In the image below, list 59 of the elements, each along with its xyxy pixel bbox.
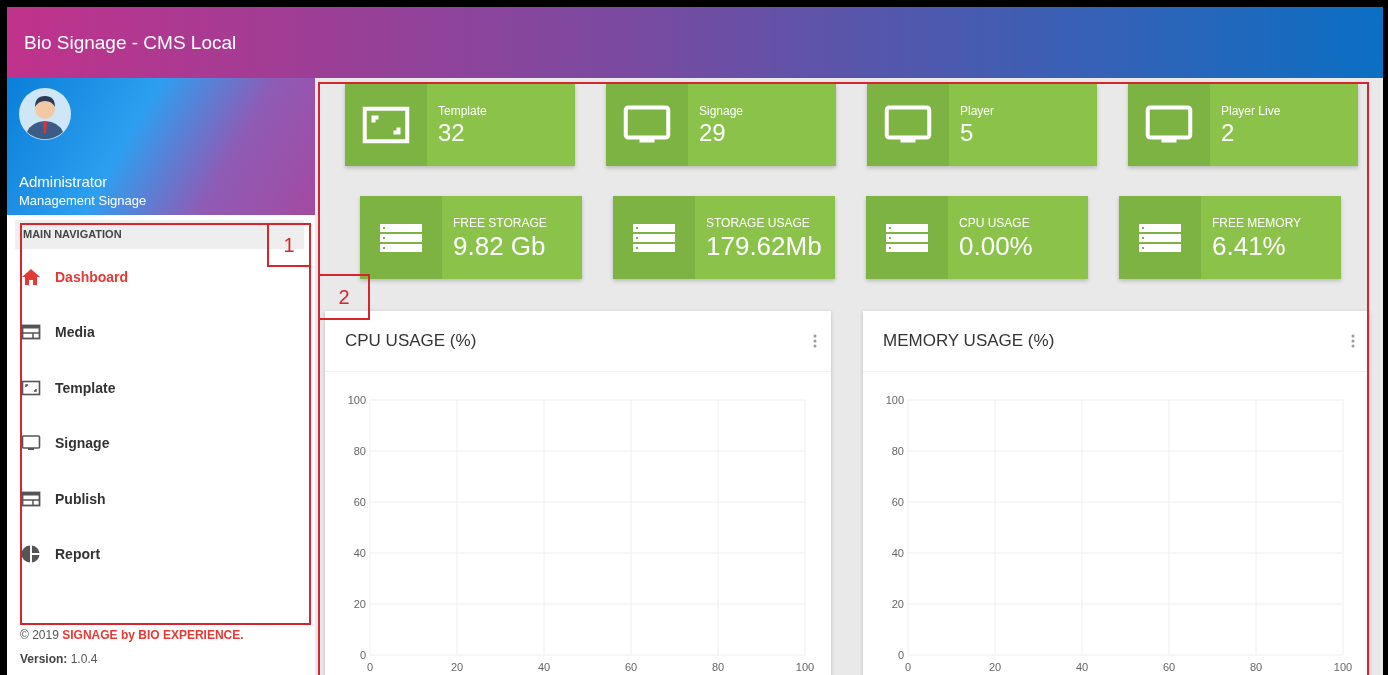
y-tick-label: 20 (891, 598, 904, 610)
x-tick-label: 80 (711, 661, 725, 673)
more-options-icon[interactable] (813, 333, 817, 349)
y-tick-label: 40 (891, 547, 904, 559)
user-name: Administrator (19, 173, 109, 190)
x-tick-label: 0 (366, 661, 374, 673)
stat-label: Player (960, 104, 994, 118)
callout-number: 2 (318, 274, 370, 320)
stat-label: Template (438, 104, 487, 118)
y-tick-label: 0 (359, 649, 366, 661)
stat-value: 179.62Mb (706, 231, 822, 262)
avatar-icon (19, 88, 71, 140)
x-tick-label: 100 (1333, 661, 1353, 673)
x-tick-label: 20 (988, 661, 1002, 673)
y-tick-label: 0 (897, 649, 904, 661)
nav-item[interactable]: Publish (15, 471, 304, 527)
stat-label: Signage (699, 104, 744, 118)
x-tick-label: 40 (537, 661, 551, 673)
x-tick-label: 0 (904, 661, 912, 673)
x-tick-label: 60 (624, 661, 638, 673)
y-tick-label: 60 (353, 496, 366, 508)
version-text: Version: 1.0.4 (20, 652, 99, 666)
y-tick-label: 100 (885, 394, 904, 406)
x-tick-label: 20 (450, 661, 464, 673)
stat-label: FREE MEMORY (1212, 216, 1302, 230)
copyright-text: © 2019 SIGNAGE by BIO EXPERIENCE. (20, 628, 245, 642)
app-title: Bio Signage - CMS Local (24, 31, 237, 54)
stat-label: Player Live (1221, 104, 1281, 118)
y-tick-label: 60 (891, 496, 904, 508)
stat-label: FREE STORAGE (453, 216, 547, 230)
user-role: Management Signage (19, 193, 148, 208)
nav-item[interactable]: Template (15, 360, 304, 416)
y-tick-label: 100 (347, 394, 366, 406)
stat-value: 2 (1221, 119, 1236, 147)
y-tick-label: 20 (353, 598, 366, 610)
nav-item[interactable]: Report (15, 526, 304, 582)
stat-value: 6.41% (1212, 231, 1287, 262)
y-tick-label: 80 (353, 445, 366, 457)
stat-value: 29 (699, 119, 727, 147)
stat-value: 9.82 Gb (453, 231, 547, 262)
more-options-icon[interactable] (1351, 333, 1355, 349)
y-tick-label: 40 (353, 547, 366, 559)
stat-label: STORAGE USAGE (706, 216, 811, 230)
home-icon (21, 266, 41, 287)
callout-number: 1 (267, 225, 309, 267)
x-tick-label: 60 (1162, 661, 1176, 673)
stat-value: 32 (438, 119, 466, 147)
x-tick-label: 100 (795, 661, 815, 673)
nav-item[interactable]: Signage (15, 415, 304, 471)
stat-value: 0.00% (959, 231, 1033, 262)
stat-value: 5 (960, 119, 975, 147)
y-tick-label: 80 (891, 445, 904, 457)
chart-title: MEMORY USAGE (%) (883, 331, 1055, 351)
stat-label: CPU USAGE (959, 216, 1031, 230)
chart-title: CPU USAGE (%) (345, 331, 477, 351)
pie-chart-icon (21, 544, 41, 565)
x-tick-label: 40 (1075, 661, 1089, 673)
x-tick-label: 80 (1249, 661, 1263, 673)
nav-item[interactable]: Media (15, 304, 304, 360)
